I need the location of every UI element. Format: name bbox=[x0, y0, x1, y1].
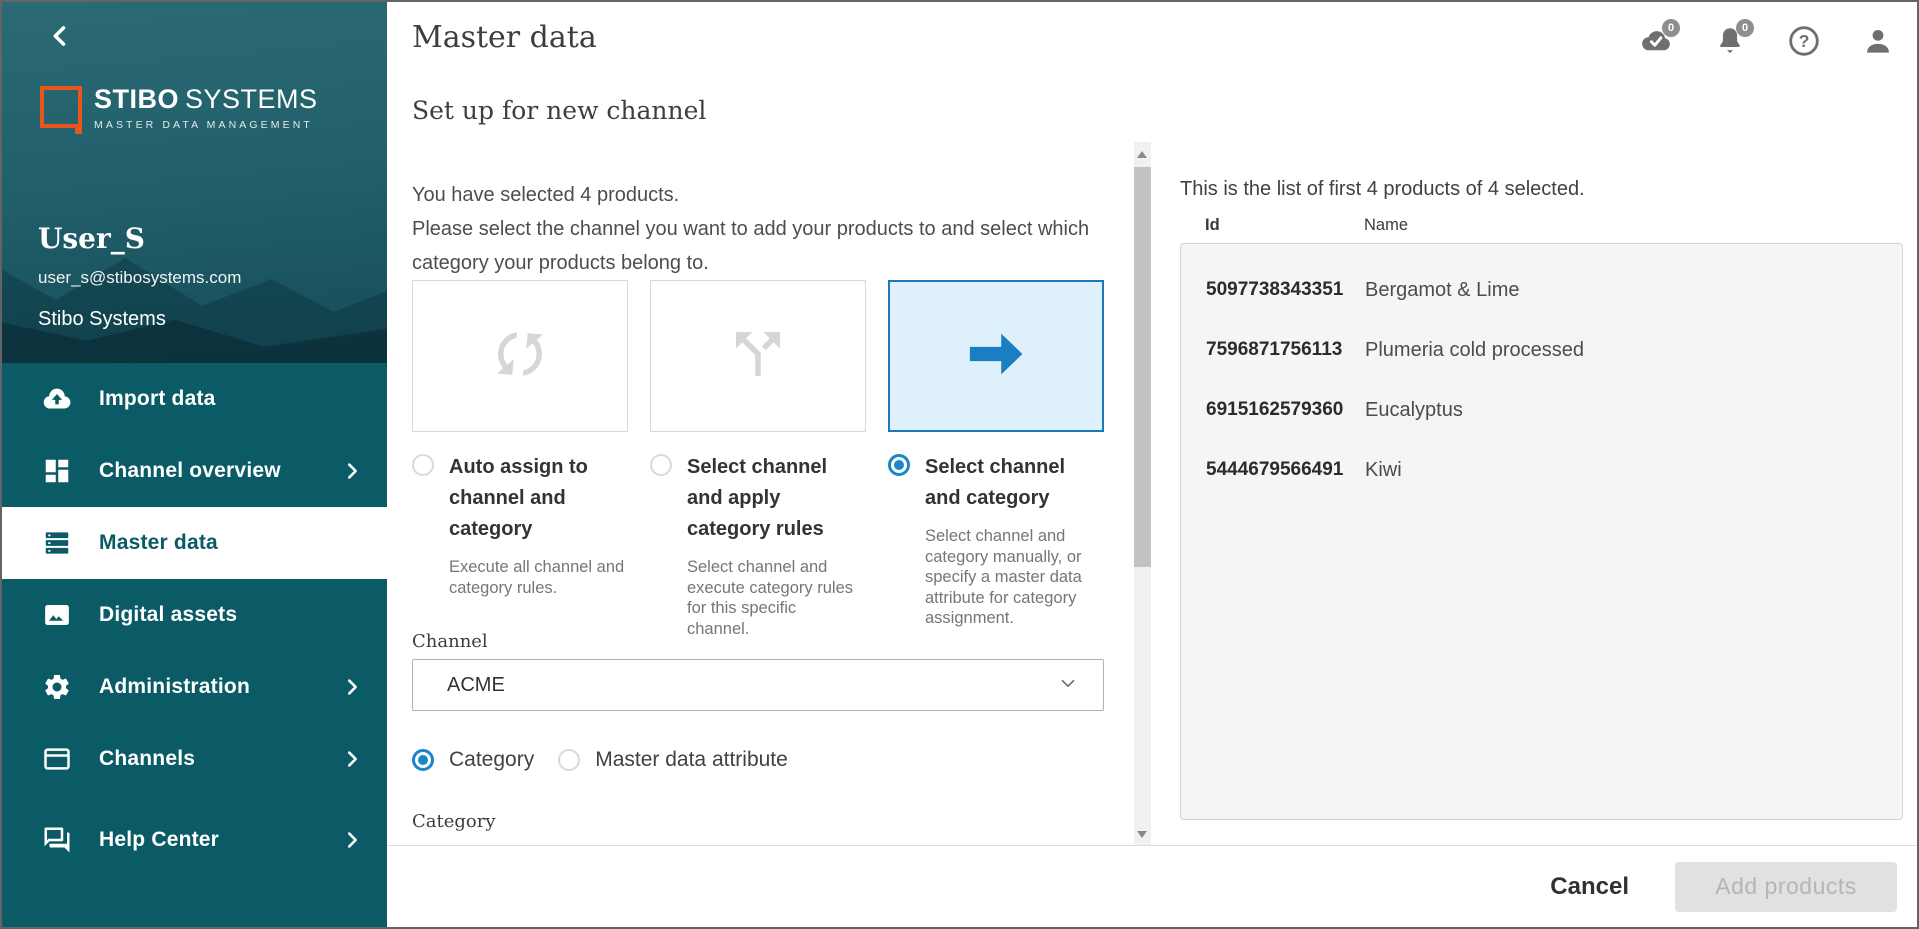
option-category-rules: Select channel and apply category rules … bbox=[650, 452, 870, 639]
wizard-title: Set up for new channel bbox=[412, 96, 706, 125]
split-arrows-icon bbox=[725, 321, 791, 392]
gear-icon bbox=[42, 672, 72, 702]
approvals-button[interactable]: 0 bbox=[1639, 24, 1673, 58]
question-mark-icon: ? bbox=[1787, 24, 1821, 58]
radio-auto-assign[interactable] bbox=[412, 454, 434, 476]
approvals-badge: 0 bbox=[1662, 19, 1680, 37]
user-name: User_S bbox=[38, 222, 145, 255]
option-card-category-rules[interactable] bbox=[650, 280, 866, 432]
chevron-right-icon bbox=[341, 676, 363, 698]
radio-category[interactable] bbox=[412, 749, 434, 771]
user-organization: Stibo Systems bbox=[38, 308, 166, 331]
option-card-auto-assign[interactable] bbox=[412, 280, 628, 432]
sync-arrows-icon bbox=[487, 321, 553, 392]
option-title: Select channel and category bbox=[925, 452, 1105, 514]
profile-button[interactable] bbox=[1861, 24, 1895, 58]
option-description: Select channel and execute category rule… bbox=[687, 557, 863, 639]
intro-line: You have selected 4 products. bbox=[412, 178, 1089, 212]
dashboard-grid-icon bbox=[42, 456, 72, 486]
channel-select-value: ACME bbox=[447, 674, 1057, 697]
column-header-name: Name bbox=[1364, 216, 1408, 235]
vertical-scrollbar[interactable] bbox=[1134, 142, 1151, 847]
option-auto-assign: Auto assign to channel and category Exec… bbox=[412, 452, 632, 598]
sidebar-menu: Import data Channel overview Master data bbox=[2, 363, 387, 927]
product-id: 5097738343351 bbox=[1206, 279, 1365, 301]
option-title: Auto assign to channel and category bbox=[449, 452, 599, 545]
cancel-button[interactable]: Cancel bbox=[1550, 873, 1629, 901]
page-title: Master data bbox=[412, 20, 597, 55]
sidebar-item-administration[interactable]: Administration bbox=[2, 651, 387, 723]
radio-select-category[interactable] bbox=[888, 454, 910, 476]
app-window: STIBOSYSTEMS MASTER DATA MANAGEMENT User… bbox=[0, 0, 1919, 929]
intro-line: category your products belong to. bbox=[412, 246, 1089, 280]
sidebar-item-channels[interactable]: Channels bbox=[2, 723, 387, 795]
scrollbar-thumb[interactable] bbox=[1134, 167, 1151, 567]
logo-subtitle: MASTER DATA MANAGEMENT bbox=[94, 119, 318, 131]
sidebar-item-master-data[interactable]: Master data bbox=[2, 507, 387, 579]
list-server-icon bbox=[42, 528, 72, 558]
option-title: Select channel and apply category rules bbox=[687, 452, 865, 545]
column-header-id: Id bbox=[1205, 216, 1220, 235]
radio-category-label: Category bbox=[449, 748, 534, 772]
product-name: Plumeria cold processed bbox=[1365, 339, 1584, 362]
selection-summary: You have selected 4 products. Please sel… bbox=[412, 178, 1089, 280]
sidebar: STIBOSYSTEMS MASTER DATA MANAGEMENT User… bbox=[2, 2, 387, 927]
svg-text:?: ? bbox=[1799, 31, 1810, 51]
notifications-button[interactable]: 0 bbox=[1713, 24, 1747, 58]
sidebar-photo: STIBOSYSTEMS MASTER DATA MANAGEMENT User… bbox=[2, 2, 387, 363]
sidebar-item-import-data[interactable]: Import data bbox=[2, 363, 387, 435]
product-row: 6915162579360 Eucalyptus bbox=[1181, 380, 1902, 440]
product-name: Kiwi bbox=[1365, 459, 1402, 482]
product-row: 5444679566491 Kiwi bbox=[1181, 440, 1902, 500]
channel-field-label: Channel bbox=[412, 631, 488, 652]
radio-master-data-attribute-label: Master data attribute bbox=[595, 748, 788, 772]
product-name: Bergamot & Lime bbox=[1365, 279, 1520, 302]
sidebar-collapse-button[interactable] bbox=[46, 22, 74, 50]
radio-master-data-attribute[interactable] bbox=[558, 749, 580, 771]
user-email: user_s@stibosystems.com bbox=[38, 268, 241, 288]
header-icons: 0 0 ? bbox=[1639, 24, 1895, 58]
option-select-category: Select channel and category Select chann… bbox=[888, 452, 1108, 629]
browser-window-icon bbox=[42, 744, 72, 774]
product-id: 6915162579360 bbox=[1206, 399, 1365, 421]
scroll-up-arrow[interactable] bbox=[1137, 151, 1147, 158]
notifications-badge: 0 bbox=[1736, 19, 1754, 37]
person-icon bbox=[1861, 24, 1895, 58]
right-arrow-icon bbox=[963, 321, 1029, 392]
sidebar-item-help-center[interactable]: Help Center bbox=[2, 804, 387, 876]
radio-category-rules[interactable] bbox=[650, 454, 672, 476]
footer-bar: Cancel Add products bbox=[387, 845, 1917, 927]
product-id: 5444679566491 bbox=[1206, 459, 1365, 481]
chevron-right-icon bbox=[341, 460, 363, 482]
stibo-systems-logo: STIBOSYSTEMS MASTER DATA MANAGEMENT bbox=[40, 86, 318, 131]
products-summary: This is the list of first 4 products of … bbox=[1180, 178, 1585, 201]
sidebar-item-digital-assets[interactable]: Digital assets bbox=[2, 579, 387, 651]
assignment-radio-group: Category Master data attribute bbox=[412, 748, 812, 772]
scroll-down-arrow[interactable] bbox=[1137, 831, 1147, 838]
cloud-upload-icon bbox=[42, 384, 72, 414]
sidebar-item-channel-overview[interactable]: Channel overview bbox=[2, 435, 387, 507]
option-description: Execute all channel and category rules. bbox=[449, 557, 635, 598]
option-description: Select channel and category manually, or… bbox=[925, 526, 1099, 629]
product-row: 7596871756113 Plumeria cold processed bbox=[1181, 320, 1902, 380]
chevron-left-icon bbox=[46, 38, 74, 53]
stibo-logo-mark bbox=[40, 86, 82, 128]
product-id: 7596871756113 bbox=[1206, 339, 1365, 361]
category-field-label: Category bbox=[412, 811, 496, 832]
chevron-down-icon bbox=[1057, 672, 1079, 699]
logo-brand: STIBOSYSTEMS bbox=[94, 86, 318, 113]
chat-bubbles-icon bbox=[42, 825, 72, 855]
channel-select[interactable]: ACME bbox=[412, 659, 1104, 711]
chevron-right-icon bbox=[341, 829, 363, 851]
add-products-button[interactable]: Add products bbox=[1675, 862, 1897, 912]
product-name: Eucalyptus bbox=[1365, 399, 1463, 422]
chevron-right-icon bbox=[341, 748, 363, 770]
image-icon bbox=[42, 600, 72, 630]
option-card-select-category[interactable] bbox=[888, 280, 1104, 432]
intro-line: Please select the channel you want to ad… bbox=[412, 212, 1089, 246]
product-row: 5097738343351 Bergamot & Lime bbox=[1181, 260, 1902, 320]
products-list: 5097738343351 Bergamot & Lime 7596871756… bbox=[1180, 243, 1903, 820]
help-button[interactable]: ? bbox=[1787, 24, 1821, 58]
